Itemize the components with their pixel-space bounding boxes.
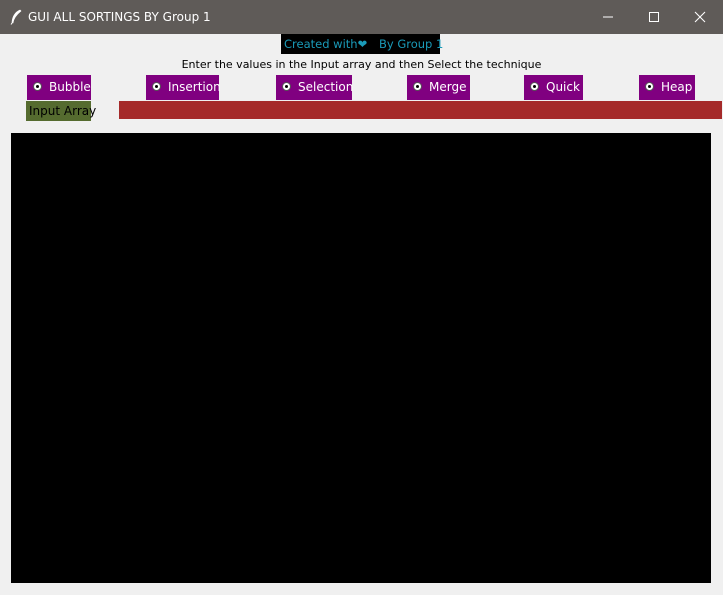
radio-indicator-icon bbox=[645, 82, 654, 91]
minimize-icon bbox=[603, 16, 613, 18]
radio-label: Selection bbox=[298, 80, 354, 94]
title-bar: GUI ALL SORTINGS BY Group 1 bbox=[0, 0, 723, 34]
input-array-field[interactable] bbox=[119, 101, 722, 119]
radio-label: Insertion bbox=[168, 80, 221, 94]
credit-banner: Created with❤ By Group 1 bbox=[281, 34, 444, 54]
radio-label: Merge bbox=[429, 80, 467, 94]
input-array-label-text: Input Array bbox=[29, 104, 97, 118]
radio-heap[interactable]: Heap bbox=[639, 75, 695, 100]
credit-author: By Group 1 bbox=[379, 37, 444, 51]
window-title: GUI ALL SORTINGS BY Group 1 bbox=[28, 10, 211, 24]
radio-indicator-icon bbox=[152, 82, 161, 91]
radio-insertion[interactable]: Insertion bbox=[146, 75, 221, 100]
sorting-canvas[interactable] bbox=[11, 133, 711, 583]
radio-quick[interactable]: Quick bbox=[524, 75, 583, 100]
input-array-label: Input Array bbox=[26, 101, 96, 121]
credit-created-with: Created with❤ bbox=[284, 37, 368, 51]
radio-selection[interactable]: Selection bbox=[276, 75, 354, 100]
radio-label: Quick bbox=[546, 80, 580, 94]
radio-merge[interactable]: Merge bbox=[407, 75, 470, 100]
maximize-button[interactable] bbox=[631, 0, 677, 34]
radio-indicator-icon bbox=[413, 82, 422, 91]
close-button[interactable] bbox=[677, 0, 723, 34]
minimize-button[interactable] bbox=[585, 0, 631, 34]
radio-bubble[interactable]: Bubble bbox=[27, 75, 91, 100]
close-icon bbox=[694, 11, 706, 23]
radio-label: Heap bbox=[661, 80, 693, 94]
heart-icon: ❤ bbox=[357, 37, 368, 51]
radio-indicator-icon bbox=[530, 82, 539, 91]
radio-label: Bubble bbox=[49, 80, 91, 94]
instruction-text: Enter the values in the Input array and … bbox=[181, 58, 542, 71]
radio-indicator-icon bbox=[33, 82, 42, 91]
maximize-icon bbox=[649, 12, 659, 22]
feather-icon bbox=[10, 9, 22, 25]
radio-indicator-icon bbox=[282, 82, 291, 91]
